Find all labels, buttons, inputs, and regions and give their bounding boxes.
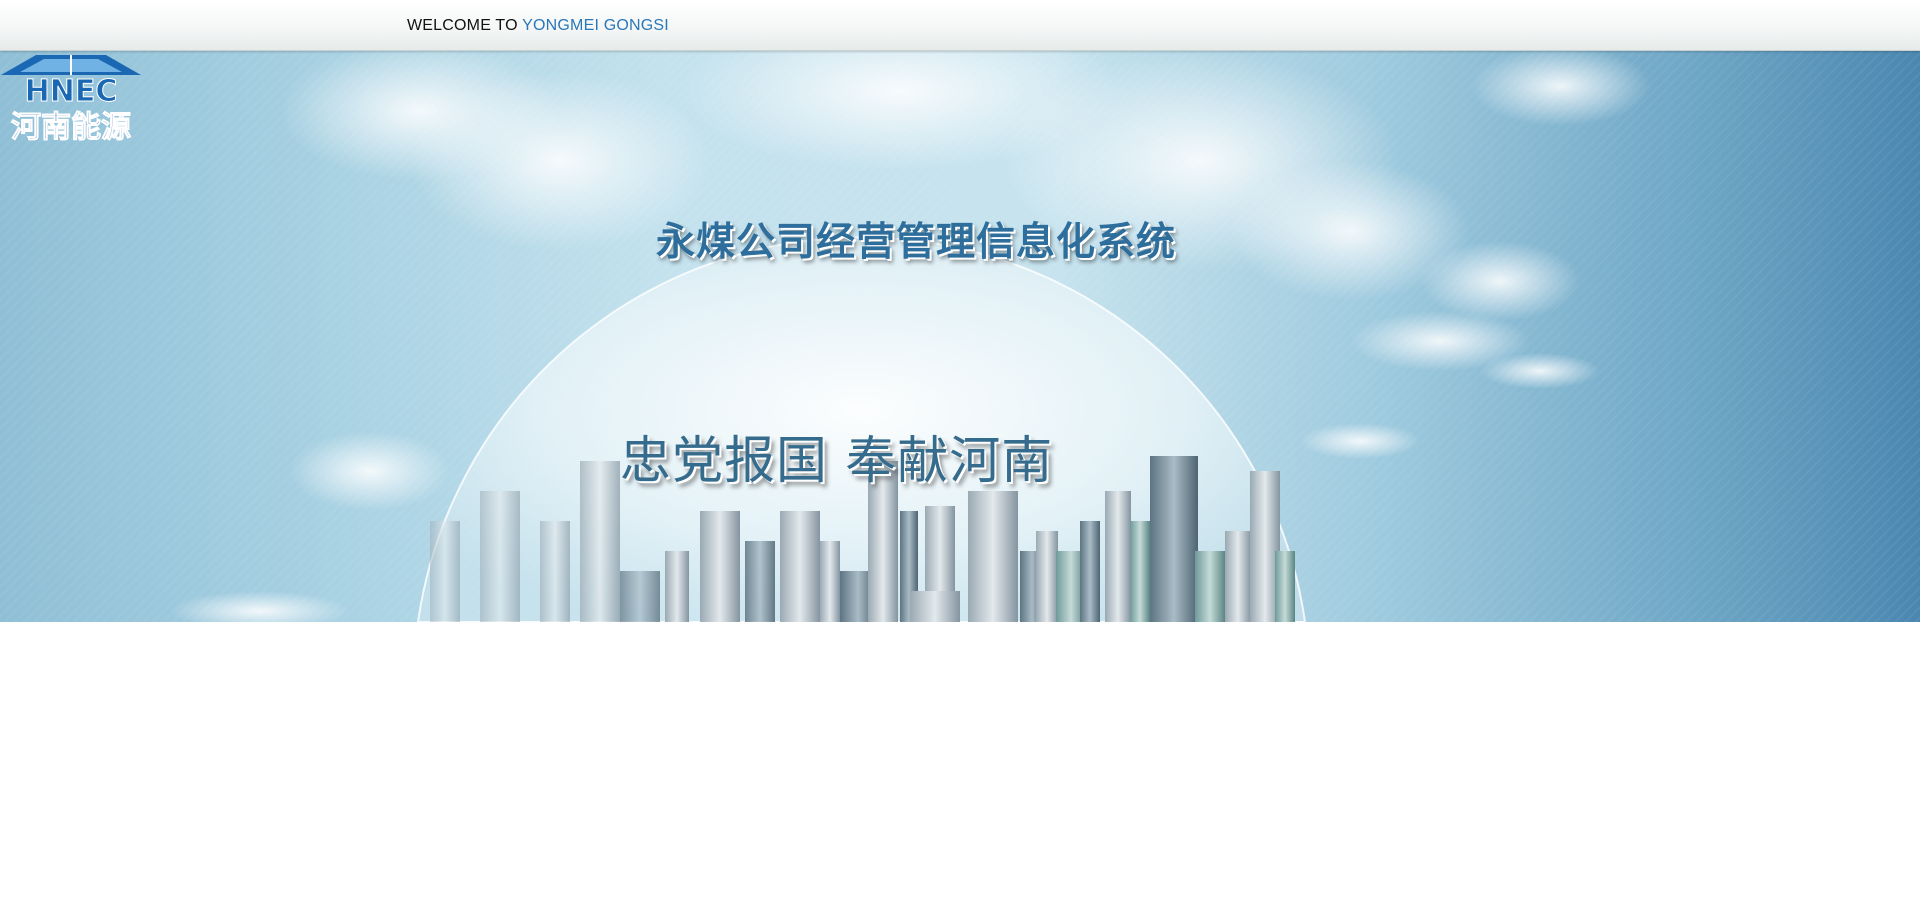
banner-scenery: [170, 51, 1650, 622]
logo-abbr: HNEC: [25, 74, 118, 109]
logo-name: 河南能源: [11, 110, 131, 143]
hero-banner: HNEC 河南能源 永煤公司经营管理信息化系统 忠党报国 奉献河南: [0, 51, 1920, 622]
welcome-bar: WELCOME TO YONGMEI GONGSI: [0, 0, 1920, 51]
welcome-prefix: WELCOME TO: [407, 17, 518, 34]
system-title: 永煤公司经营管理信息化系统: [656, 220, 1177, 265]
welcome-text: WELCOME TO YONGMEI GONGSI: [407, 17, 669, 35]
slogan: 忠党报国 奉献河南: [620, 432, 1054, 491]
welcome-brand: YONGMEI GONGSI: [522, 17, 669, 34]
hnec-logo: HNEC 河南能源: [1, 55, 141, 143]
